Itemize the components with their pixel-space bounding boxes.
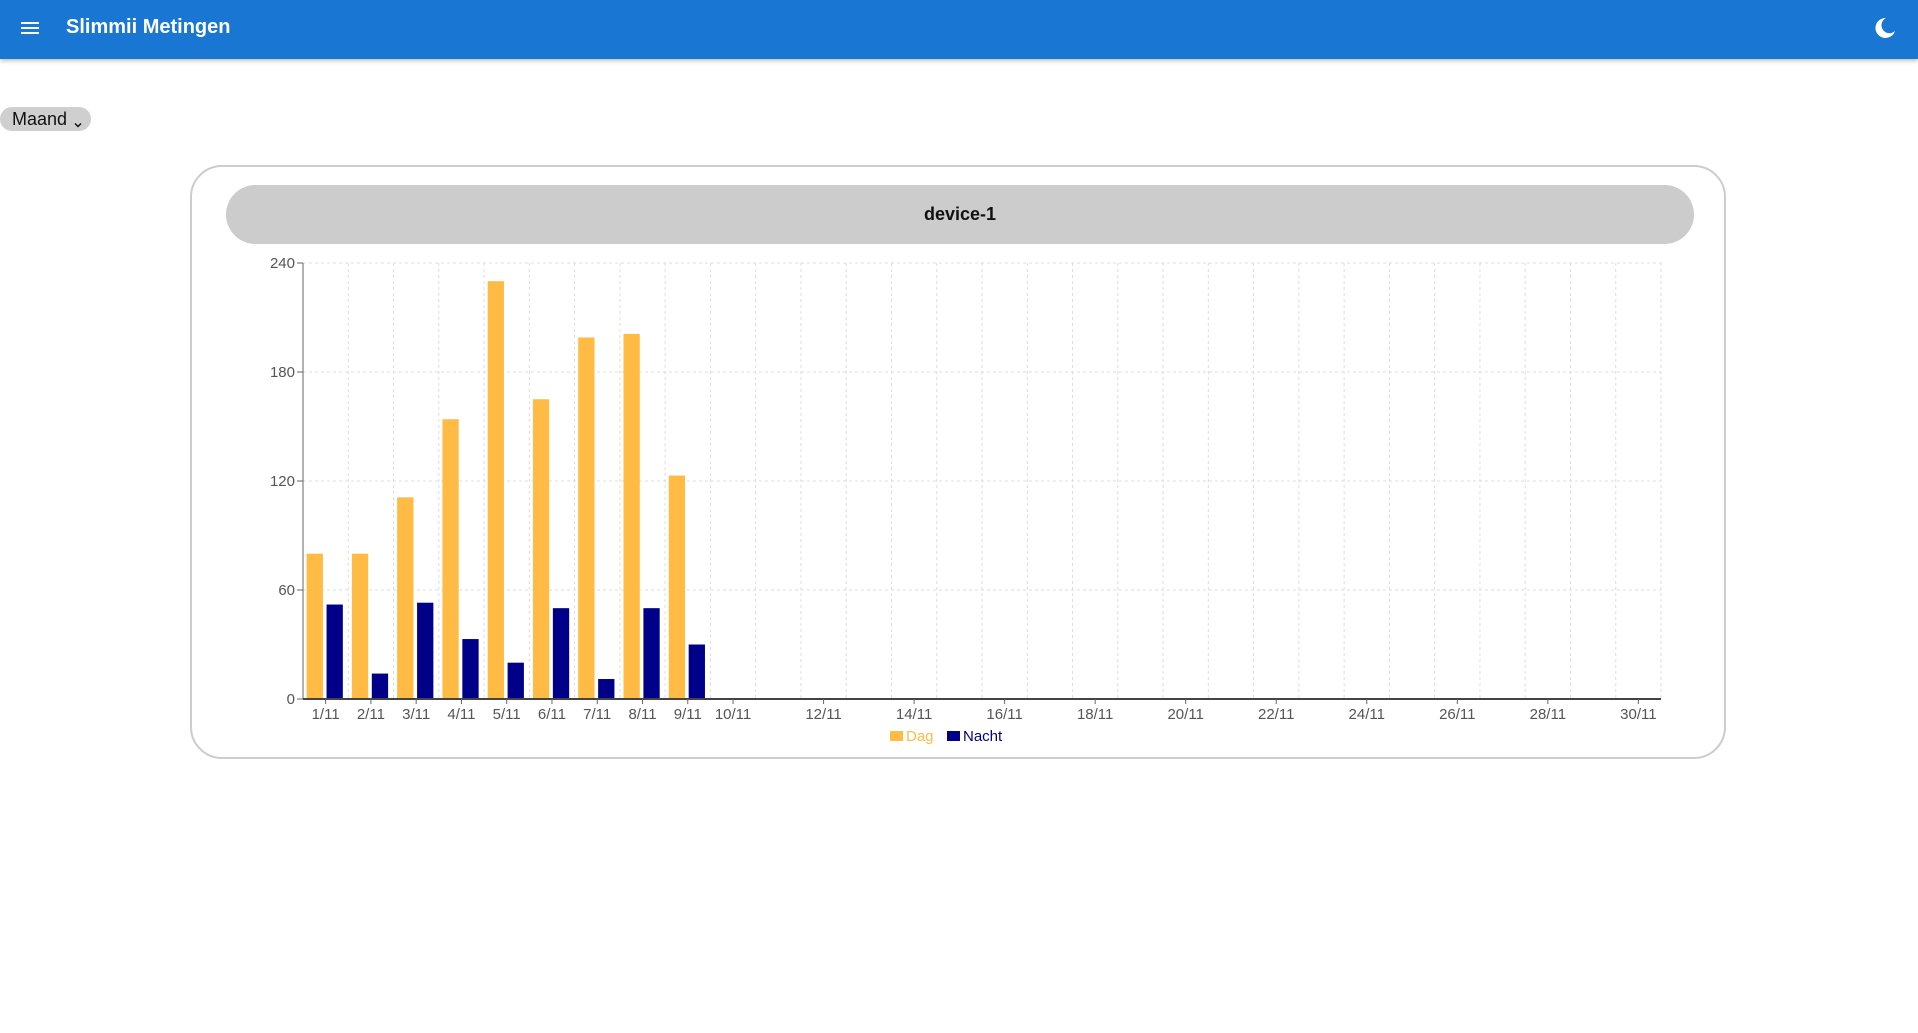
y-tick-label: 180 (270, 364, 295, 381)
bar-dag (578, 337, 595, 699)
x-tick-label: 4/11 (447, 706, 475, 723)
bar-dag (623, 333, 640, 699)
legend-swatch-nacht (947, 731, 960, 741)
bar-nacht (598, 679, 615, 699)
x-tick-label: 2/11 (357, 706, 385, 723)
x-tick-label: 7/11 (583, 706, 611, 723)
x-tick-label: 22/11 (1258, 706, 1294, 723)
x-tick-label: 8/11 (628, 706, 656, 723)
x-tick-label: 14/11 (896, 706, 932, 723)
bar-dag (397, 497, 414, 699)
bar-dag (442, 419, 459, 699)
x-tick-label: 5/11 (493, 706, 521, 723)
x-tick-label: 18/11 (1077, 706, 1113, 723)
legend-swatch-dag (890, 731, 903, 741)
bar-dag (532, 399, 550, 699)
y-tick-label: 0 (287, 691, 295, 708)
x-tick-label: 24/11 (1349, 706, 1385, 723)
x-tick-label: 12/11 (805, 706, 841, 723)
bar-dag (487, 281, 504, 699)
bar-nacht (688, 644, 705, 699)
y-tick-label: 120 (270, 473, 295, 490)
y-tick-label: 60 (278, 582, 295, 599)
x-tick-label: 16/11 (986, 706, 1022, 723)
bar-dag (306, 553, 323, 699)
x-tick-label: 30/11 (1620, 706, 1656, 723)
bar-nacht (507, 662, 524, 699)
x-tick-label: 1/11 (312, 706, 340, 723)
legend-label-nacht: Nacht (963, 728, 1003, 745)
x-tick-label: 3/11 (402, 706, 430, 723)
x-tick-label: 9/11 (674, 706, 702, 723)
bar-nacht (326, 604, 343, 699)
bar-nacht (552, 608, 570, 699)
bar-nacht (643, 608, 660, 699)
x-tick-label: 10/11 (715, 706, 751, 723)
x-tick-label: 20/11 (1167, 706, 1203, 723)
bar-dag (351, 553, 369, 699)
bar-dag (668, 475, 686, 699)
legend-label-dag: Dag (906, 728, 934, 745)
x-tick-label: 26/11 (1439, 706, 1475, 723)
y-tick-label: 240 (270, 255, 295, 272)
energy-bar-chart: 0 60 120 180 240 1/11 2/11 3/11 4/11 5/11 6/11 7/11… (270, 255, 1662, 745)
x-tick-label: 28/11 (1530, 706, 1566, 723)
bar-nacht (462, 639, 479, 699)
bar-nacht (371, 673, 389, 699)
bar-nacht (417, 602, 434, 699)
x-tick-label: 6/11 (538, 706, 566, 723)
